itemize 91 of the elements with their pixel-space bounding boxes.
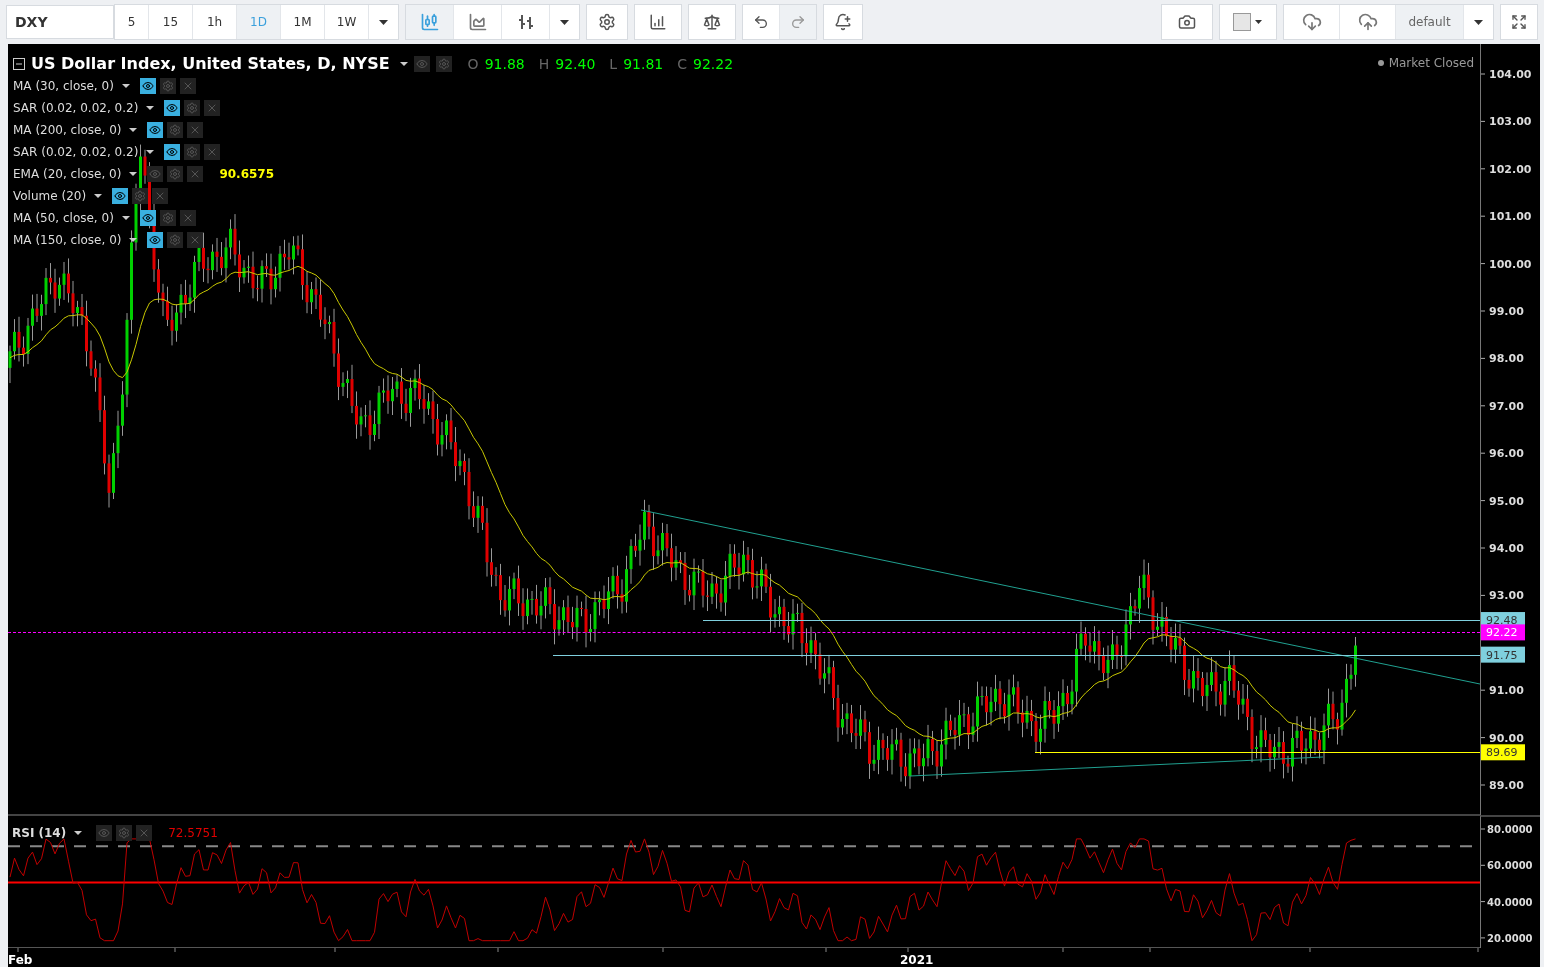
indicator-value: 72.5751 (168, 826, 218, 841)
indicator-name[interactable]: SAR (0.02, 0.02, 0.2) (13, 145, 139, 159)
price-axis-label: 98.00 (1489, 352, 1524, 366)
symbol-field[interactable]: DXY (6, 5, 114, 39)
close-icon[interactable] (204, 144, 221, 160)
price-axis-label: 103.00 (1489, 115, 1532, 129)
eye-icon[interactable] (164, 144, 181, 160)
price-axis-label: 95.00 (1489, 494, 1524, 508)
caret-icon[interactable] (146, 150, 155, 154)
rsi-axis-label: 20.0000 (1487, 932, 1533, 944)
indicator-name[interactable]: SAR (0.02, 0.02, 0.2) (13, 101, 139, 115)
caret-icon[interactable] (129, 128, 138, 132)
indicator-name[interactable]: RSI (14) (12, 826, 67, 841)
redo-icon (790, 14, 806, 30)
cloud-upload-icon (1357, 12, 1378, 32)
scale-icon (703, 13, 721, 31)
bar-chart-icon (649, 13, 667, 31)
close-icon[interactable] (187, 122, 204, 138)
indicator-name[interactable]: MA (150, close, 0) (13, 233, 122, 247)
eye-icon[interactable] (164, 100, 181, 116)
camera-icon (1178, 13, 1196, 31)
indicator-name[interactable]: MA (30, close, 0) (13, 79, 114, 93)
price-level-label: 91.75 (1481, 646, 1525, 663)
price-axis-label: 96.00 (1489, 447, 1524, 461)
caret-icon[interactable] (129, 172, 138, 176)
indicator-value: 90.6575 (219, 167, 275, 181)
caret-icon (1474, 19, 1483, 25)
eye-icon[interactable] (139, 210, 156, 226)
ohlc-value: 92.40 (555, 55, 596, 72)
price-axis-label: 91.00 (1489, 684, 1524, 698)
time-axis-label: 2021 (900, 953, 934, 967)
price-axis-label: 100.00 (1489, 257, 1532, 271)
price-axis-label: 94.00 (1489, 542, 1524, 555)
caret-icon[interactable] (399, 61, 408, 66)
eye-icon[interactable] (147, 122, 164, 138)
fullscreen-icon (1511, 14, 1527, 30)
indicator-name[interactable]: MA (50, close, 0) (13, 211, 114, 225)
price-level-label: 92.22 (1481, 624, 1525, 641)
ohlc-value: 91.81 (623, 55, 664, 72)
indicator-name[interactable]: MA (200, close, 0) (13, 123, 122, 137)
price-axis-label: 89.00 (1489, 779, 1524, 792)
close-icon[interactable] (204, 100, 221, 116)
status-dot (1377, 60, 1384, 66)
indicator-name[interactable]: EMA (20, close, 0) (13, 167, 122, 181)
price-axis-label: 97.00 (1489, 399, 1524, 413)
close-icon[interactable] (136, 825, 153, 842)
close-icon[interactable] (187, 166, 204, 182)
caret-icon (379, 19, 388, 25)
price-axis-label: 101.00 (1489, 210, 1532, 224)
indicator-name[interactable]: Volume (20) (13, 189, 87, 203)
layout-select[interactable]: default (1396, 5, 1464, 39)
eye-icon[interactable] (112, 188, 129, 204)
caret-icon[interactable] (146, 106, 155, 110)
ohlc-label: C (677, 55, 688, 72)
rsi-axis-label: 80.0000 (1487, 824, 1533, 835)
rsi-axis-label: 60.0000 (1487, 860, 1533, 872)
price-level-label: 89.69 (1481, 744, 1525, 761)
caret-icon[interactable] (129, 238, 138, 242)
candlestick-icon (419, 12, 440, 32)
price-axis-label: 104.00 (1489, 68, 1532, 81)
ohlc-label: H (538, 55, 550, 72)
price-axis-label: 93.00 (1489, 589, 1524, 603)
ohlc-label: O (467, 55, 479, 72)
chart-title: US Dollar Index, United States, D, NYSE (31, 54, 390, 73)
ohlc-value: 91.88 (484, 55, 525, 72)
price-axis-label: 102.00 (1489, 162, 1532, 176)
eye-icon[interactable] (139, 78, 156, 94)
caret-icon[interactable] (121, 84, 130, 88)
caret-icon[interactable] (74, 831, 83, 836)
cloud-download-icon (1301, 12, 1322, 32)
caret-icon[interactable] (121, 216, 130, 220)
collapse-icon[interactable] (13, 57, 25, 70)
area-chart-icon (467, 12, 488, 32)
market-status: Market Closed (1388, 56, 1474, 70)
time-axis-label: Feb (8, 953, 33, 967)
close-icon[interactable] (179, 210, 196, 226)
close-icon[interactable] (179, 78, 196, 94)
ohlc-label: L (609, 55, 618, 72)
close-icon[interactable] (152, 188, 169, 204)
rsi-axis-label: 40.0000 (1487, 896, 1533, 908)
caret-icon[interactable] (94, 194, 103, 198)
caret-icon (560, 19, 569, 25)
price-axis-label: 90.00 (1489, 731, 1524, 745)
color-swatch-icon (1233, 13, 1263, 31)
ohlc-value: 92.22 (693, 55, 734, 72)
bell-plus-icon (834, 13, 852, 31)
price-axis-label: 99.00 (1489, 305, 1524, 318)
close-icon[interactable] (187, 232, 204, 248)
eye-icon[interactable] (147, 232, 164, 248)
settings-icon (598, 13, 616, 31)
undo-icon (753, 14, 769, 30)
